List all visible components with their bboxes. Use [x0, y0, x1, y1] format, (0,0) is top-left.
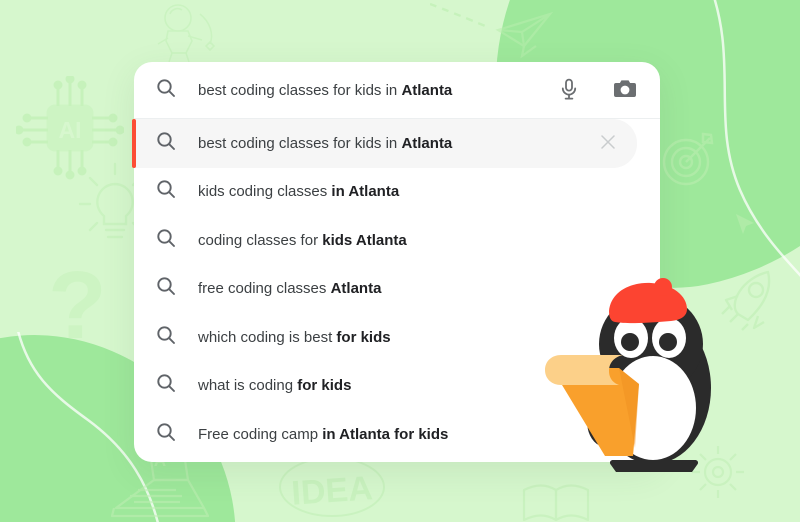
- suggestion-row[interactable]: coding classes for kids Atlanta: [134, 216, 660, 265]
- suggestion-plain-text: coding classes for: [198, 231, 323, 249]
- close-icon: [601, 135, 615, 152]
- ai-chip-label: AI: [59, 117, 82, 143]
- suggestion-bold-text: kids Atlanta: [322, 231, 407, 249]
- search-icon: [156, 373, 176, 398]
- suggestion-plain-text: best coding classes for kids in: [198, 134, 402, 152]
- suggestion-label: kids coding classes in Atlanta: [198, 184, 399, 199]
- suggestion-row[interactable]: free coding classes Atlanta: [134, 265, 660, 314]
- suggestion-label: best coding classes for kids in Atlanta: [198, 136, 452, 151]
- suggestion-bold-text: in Atlanta for kids: [322, 425, 449, 443]
- penguin-right-pupil: [659, 333, 677, 351]
- suggestion-bold-text: in Atlanta: [331, 183, 400, 201]
- paper-plane-icon: [430, 2, 556, 60]
- suggestion-plain-text: Free coding camp: [198, 425, 323, 443]
- gear-icon: [686, 440, 750, 504]
- suggestion-row[interactable]: what is coding for kids: [134, 362, 660, 411]
- search-icon: [156, 131, 176, 156]
- search-icon: [156, 179, 176, 204]
- suggestion-bold-text: for kids: [297, 377, 352, 395]
- image-search-button[interactable]: [608, 73, 642, 107]
- astronaut-icon: [152, 2, 244, 64]
- search-query-row[interactable]: best coding classes for kids in Atlanta: [134, 62, 660, 118]
- voice-search-button[interactable]: [552, 73, 586, 107]
- suggestion-label: which coding is best for kids: [198, 330, 391, 345]
- suggestion-label: free coding classes Atlanta: [198, 281, 381, 296]
- suggestion-label: Free coding camp in Atlanta for kids: [198, 427, 448, 442]
- microphone-icon: [560, 78, 578, 103]
- ai-chip-icon: AI: [16, 76, 124, 180]
- cursor-icon: [730, 210, 760, 240]
- suggestion-label: what is coding for kids: [198, 378, 351, 393]
- suggestion-row[interactable]: kids coding classes in Atlanta: [134, 168, 660, 217]
- search-input[interactable]: best coding classes for kids in Atlanta: [198, 83, 552, 98]
- suggestion-plain-text: kids coding classes: [198, 183, 332, 201]
- search-icon: [156, 276, 176, 301]
- illustration-canvas: AI ? IDEA best coding classes for kids i…: [0, 0, 800, 522]
- remove-suggestion-button[interactable]: [597, 132, 619, 154]
- query-plain-text: best coding classes for kids in: [198, 81, 402, 99]
- target-icon: [658, 128, 720, 190]
- suggestion-row[interactable]: best coding classes for kids in Atlanta: [132, 119, 637, 168]
- search-icon: [156, 325, 176, 350]
- suggestion-bold-text: for kids: [336, 328, 391, 346]
- idea-text-icon: IDEA: [278, 456, 386, 518]
- suggestion-plain-text: what is coding: [198, 377, 298, 395]
- question-mark-label: ?: [48, 258, 107, 356]
- suggestion-bold-text: Atlanta: [330, 280, 382, 298]
- search-icon: [156, 228, 176, 253]
- suggestion-row[interactable]: Free coding camp in Atlanta for kids: [134, 410, 660, 459]
- book-icon: [520, 480, 592, 522]
- suggestion-label: coding classes for kids Atlanta: [198, 233, 407, 248]
- search-icon: [156, 78, 176, 103]
- camera-icon: [613, 79, 637, 102]
- suggestion-plain-text: free coding classes: [198, 280, 331, 298]
- search-suggestion-card: best coding classes for kids in Atlanta: [132, 62, 660, 462]
- suggestion-list: best coding classes for kids in Atlanta k…: [132, 119, 660, 459]
- question-mark-icon: ?: [30, 258, 114, 356]
- suggestion-row[interactable]: which coding is best for kids: [134, 313, 660, 362]
- active-row-accent-bar: [132, 119, 136, 168]
- idea-label: IDEA: [290, 469, 374, 513]
- suggestion-plain-text: which coding is best: [198, 328, 337, 346]
- search-icon: [156, 422, 176, 447]
- suggestion-bold-text: Atlanta: [401, 134, 453, 152]
- query-bold-text: Atlanta: [401, 81, 453, 99]
- rocket-icon: [712, 266, 788, 342]
